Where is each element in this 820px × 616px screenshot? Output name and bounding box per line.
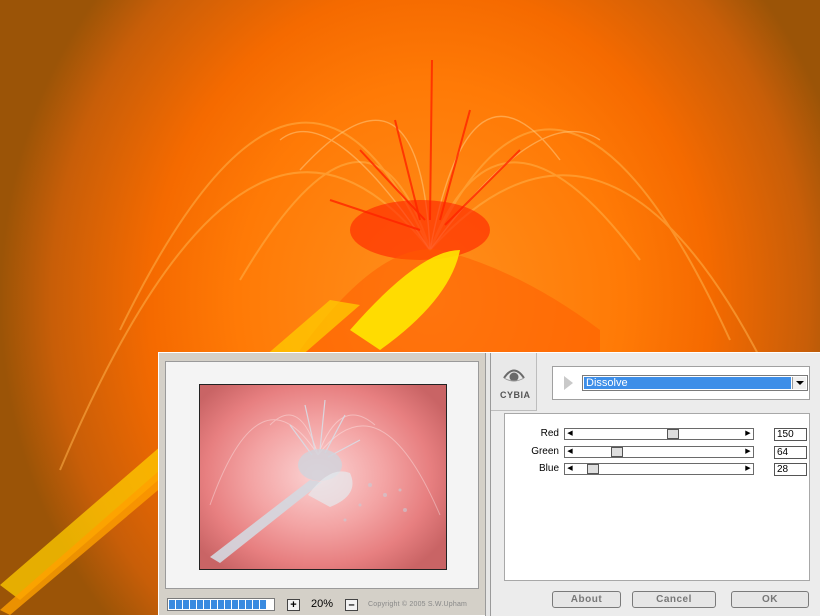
slider-green[interactable]: ◀ ▶ [564, 446, 754, 458]
cybia-logo: CYBIA [491, 353, 537, 411]
copyright-text: Copyright © 2005 S.W.Upham [368, 601, 468, 608]
filter-dropdown-value: Dissolve [584, 377, 791, 389]
slider-left-arrow-icon[interactable]: ◀ [566, 448, 574, 456]
ok-button[interactable]: OK [731, 591, 809, 608]
preview-panel [165, 361, 479, 589]
param-value-green[interactable]: 64 [774, 446, 807, 459]
slider-thumb[interactable] [587, 464, 600, 474]
zoom-out-button[interactable]: – [345, 599, 358, 611]
slider-thumb[interactable] [666, 429, 679, 439]
zoom-in-button[interactable]: + [287, 599, 300, 611]
parameters-panel: Red ◀ ▶ 150 Green ◀ ▶ 64 Blue ◀ ▶ 28 [504, 413, 810, 581]
slider-right-arrow-icon[interactable]: ▶ [744, 465, 752, 473]
slider-left-arrow-icon[interactable]: ◀ [566, 465, 574, 473]
slider-red[interactable]: ◀ ▶ [564, 428, 754, 440]
cancel-button[interactable]: Cancel [632, 591, 716, 608]
param-label-blue: Blue [538, 463, 559, 474]
param-label-red: Red [540, 428, 559, 439]
render-progress-bar [167, 598, 275, 611]
param-value-red[interactable]: 150 [774, 428, 807, 441]
slider-blue[interactable]: ◀ ▶ [564, 463, 754, 475]
slider-left-arrow-icon[interactable]: ◀ [566, 430, 574, 438]
about-button[interactable]: About [552, 591, 621, 608]
slider-right-arrow-icon[interactable]: ▶ [744, 430, 752, 438]
chevron-down-icon[interactable] [792, 377, 806, 389]
preview-toolbar: + 20% – Copyright © 2005 S.W.Upham [165, 593, 483, 615]
preview-illustration [209, 399, 441, 563]
filter-dropdown[interactable]: Dissolve [582, 375, 808, 391]
play-arrow-icon [564, 376, 573, 390]
param-value-blue[interactable]: 28 [774, 463, 807, 476]
filter-dialog: + 20% – Copyright © 2005 S.W.Upham CYBIA… [158, 352, 820, 616]
controls-panel: CYBIA Dissolve Red ◀ ▶ 150 Green ◀ ▶ 64 … [491, 353, 820, 616]
eye-icon [503, 369, 525, 382]
slider-thumb[interactable] [610, 447, 623, 457]
zoom-level: 20% [311, 598, 334, 610]
slider-right-arrow-icon[interactable]: ▶ [744, 448, 752, 456]
param-label-green: Green [531, 446, 559, 457]
filter-selector-box: Dissolve [552, 366, 810, 400]
logo-text: CYBIA [500, 390, 531, 400]
preview-image[interactable] [199, 384, 447, 570]
